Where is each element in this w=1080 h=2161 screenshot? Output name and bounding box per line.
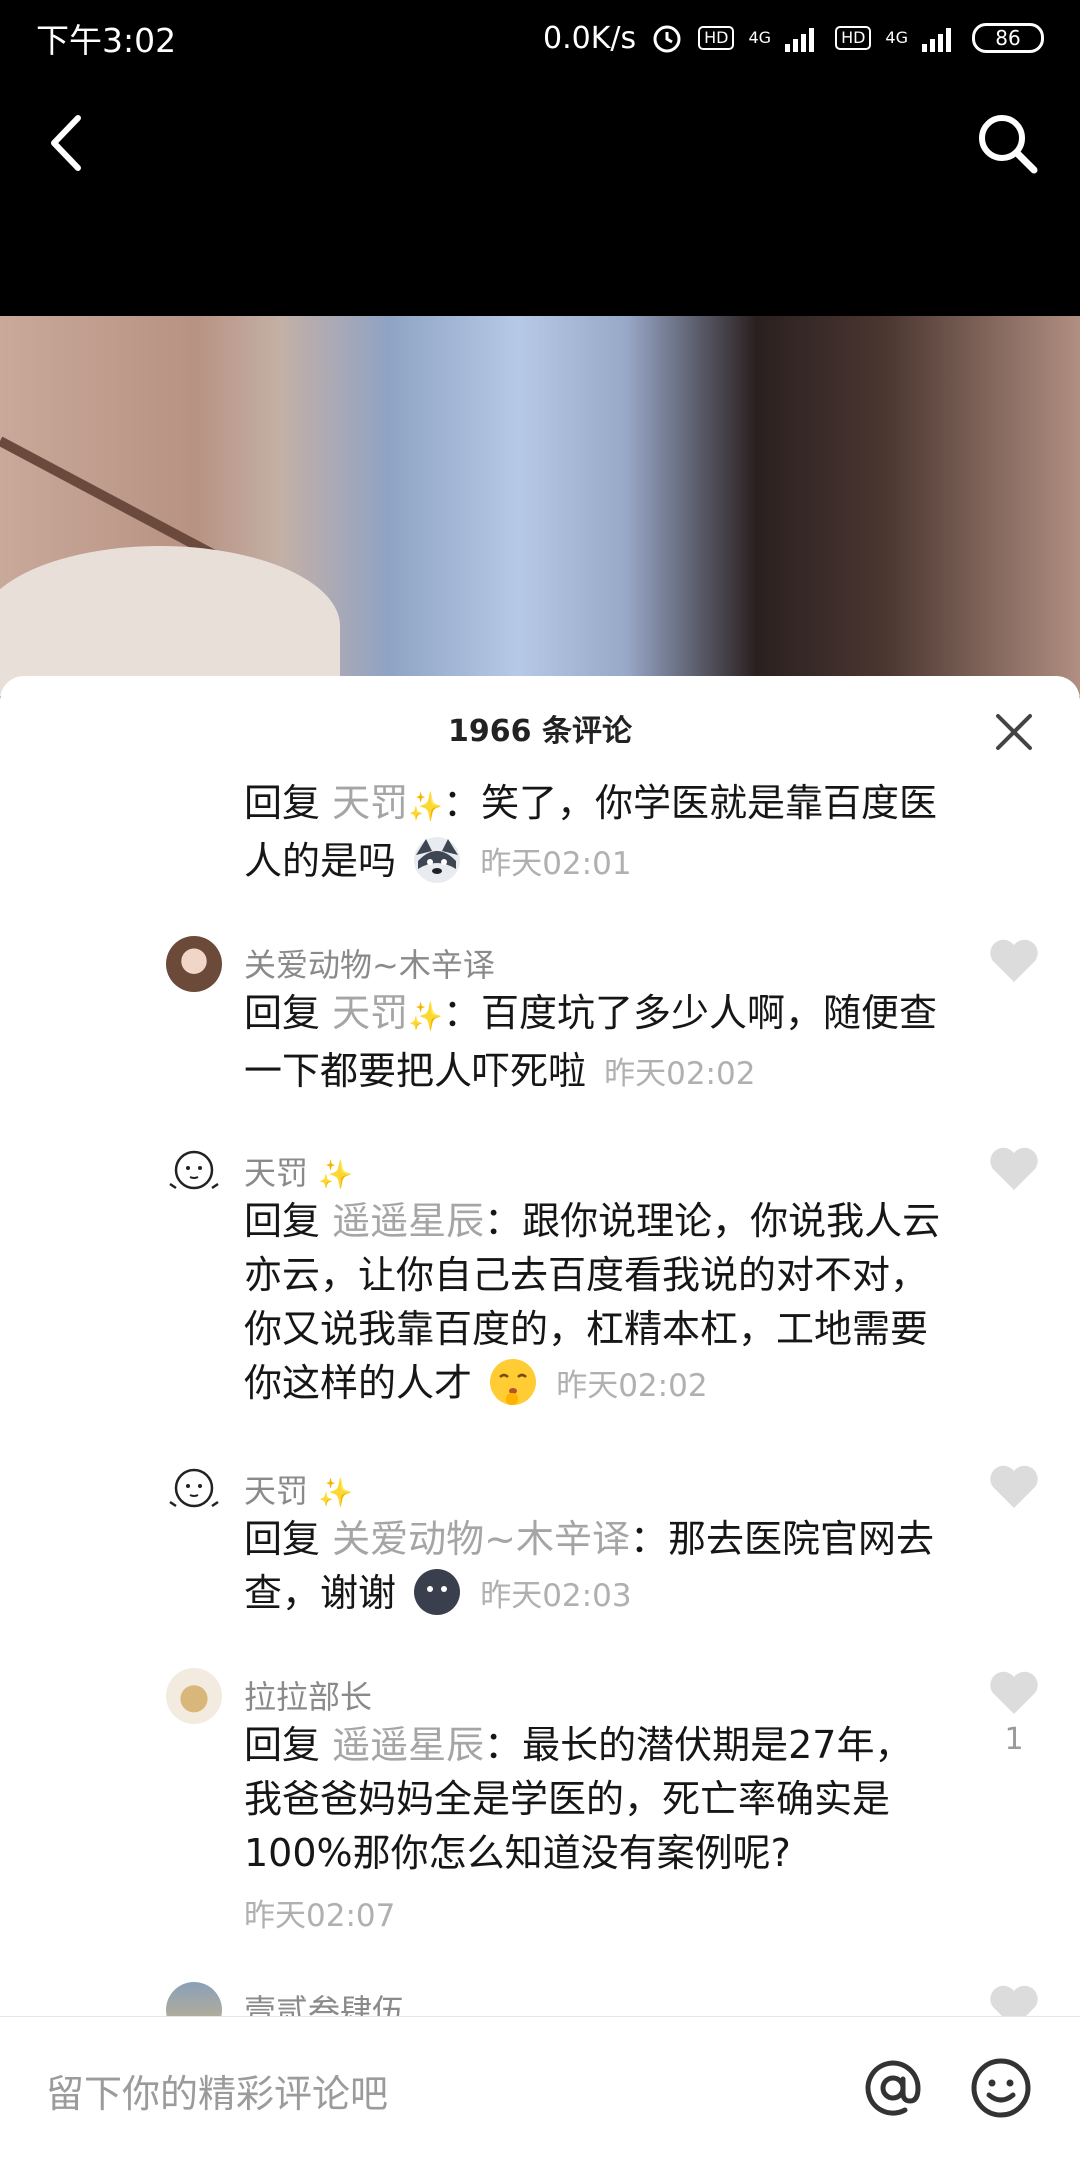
comment-input-bar: 留下你的精彩评论吧 — [0, 2016, 1080, 2161]
comment-author[interactable]: 天罚 ✨ — [244, 1148, 353, 1194]
reply-prefix: 回复 — [244, 781, 321, 825]
comment-time: 昨天02:03 — [480, 1578, 632, 1614]
comment-body: 回复 天罚✨：笑了，你学医就是靠百度医人的是吗 昨天02:01 — [244, 776, 944, 891]
reply-prefix: 回复 — [244, 1199, 321, 1243]
close-icon[interactable] — [994, 712, 1034, 752]
hd-badge: HD — [698, 26, 735, 50]
heart-icon[interactable] — [988, 938, 1040, 984]
top-nav — [0, 76, 1080, 316]
comment-author[interactable]: 关爱动物~木辛译 — [244, 940, 495, 986]
reply-mention[interactable]: 关爱动物~木辛译 — [332, 1517, 630, 1561]
comment-body: 回复 天罚✨：百度坑了多少人啊，随便查一下都要把人吓死啦 昨天02:02 — [244, 986, 944, 1101]
heart-icon[interactable] — [988, 1146, 1040, 1192]
comments-count-title: 1966 条评论 — [448, 714, 632, 749]
network-type: 4G — [748, 28, 772, 47]
avatar[interactable] — [166, 1668, 222, 1724]
avatar[interactable] — [166, 1144, 222, 1200]
network-speed: 0.0K/s — [543, 20, 637, 56]
video-player[interactable] — [0, 316, 1080, 696]
reply-mention[interactable]: 遥遥星辰 — [332, 1723, 484, 1767]
signal-icon — [785, 28, 815, 52]
reply-prefix: 回复 — [244, 991, 321, 1035]
comment-author-name: 天罚 — [244, 1472, 309, 1510]
signal-icon — [922, 28, 951, 52]
avatar[interactable] — [166, 1462, 222, 1518]
battery-indicator: 86 — [972, 23, 1044, 53]
husky-emoji-icon — [414, 836, 461, 883]
video-frame-detail — [0, 546, 340, 696]
comment-input[interactable]: 留下你的精彩评论吧 — [46, 2063, 388, 2118]
network-type: 4G — [885, 28, 908, 47]
reply-prefix: 回复 — [244, 1723, 321, 1767]
comment-body: 回复 关爱动物~木辛译：那去医院官网去查，谢谢 昨天02:03 — [244, 1512, 944, 1623]
comments-sheet: 1966 条评论 回复 天罚✨：笑了，你学医就是靠百度医人的是吗 昨天02:01… — [0, 676, 1080, 2160]
comment-time: 昨天02:02 — [556, 1368, 708, 1404]
reply-prefix: 回复 — [244, 1517, 321, 1561]
dark-face-emoji-icon — [414, 1568, 461, 1615]
reply-mention[interactable]: 天罚 — [332, 781, 408, 825]
emoji-icon[interactable] — [970, 2057, 1032, 2119]
heart-icon[interactable] — [988, 1464, 1040, 1510]
sparkle-icon: ✨ — [318, 1158, 354, 1191]
comment-body: 回复 遥遥星辰：最长的潜伏期是27年，我爸爸妈妈全是学医的，死亡率确实是100%… — [244, 1718, 944, 1880]
comment-time: 昨天02:07 — [244, 1898, 396, 1934]
sparkle-icon: ✨ — [408, 1000, 443, 1033]
at-icon[interactable] — [860, 2055, 926, 2121]
reply-mention[interactable]: 遥遥星辰 — [332, 1199, 484, 1243]
reply-mention[interactable]: 天罚 — [332, 991, 408, 1035]
comment-body: 回复 遥遥星辰：跟你说理论，你说我人云亦云，让你自己去百度看我说的对不对，你又说… — [244, 1194, 944, 1413]
comment-author-name: 天罚 — [244, 1154, 309, 1192]
heart-icon[interactable] — [988, 1670, 1040, 1716]
status-bar: 下午3:02 0.0K/s HD 4G HD 4G 86 — [0, 0, 1080, 76]
comment-author[interactable]: 拉拉部长 — [244, 1672, 372, 1718]
status-time: 下午3:02 — [36, 21, 177, 60]
comment-time: 昨天02:01 — [480, 846, 632, 882]
back-icon[interactable] — [42, 108, 92, 178]
avatar[interactable] — [166, 936, 222, 992]
shushing-emoji-icon — [490, 1358, 537, 1405]
hd-badge: HD — [835, 26, 872, 50]
comment-author[interactable]: 天罚 ✨ — [244, 1466, 353, 1512]
sparkle-icon: ✨ — [318, 1476, 354, 1509]
status-icons: 0.0K/s HD 4G HD 4G 86 — [543, 21, 1044, 56]
like-count: 1 — [1004, 1722, 1024, 1757]
search-icon[interactable] — [974, 110, 1040, 176]
comment-time: 昨天02:02 — [604, 1056, 756, 1092]
alarm-icon — [653, 25, 681, 53]
sparkle-icon: ✨ — [408, 790, 443, 823]
